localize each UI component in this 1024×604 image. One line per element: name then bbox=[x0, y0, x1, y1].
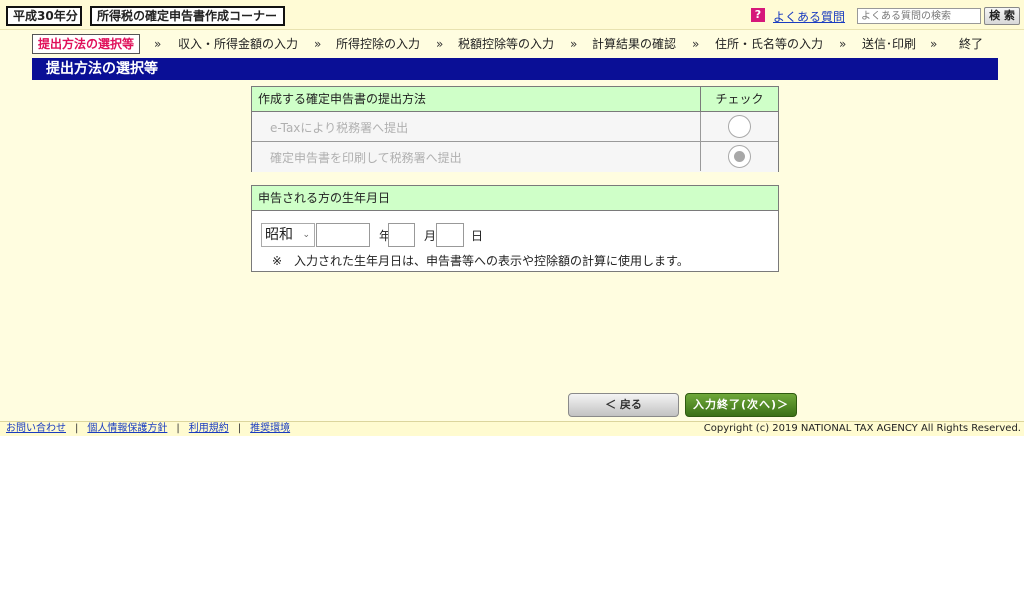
birthdate-row: 昭和 ⌄ 年 月 日 bbox=[261, 223, 771, 247]
step-separator: » bbox=[314, 37, 322, 51]
birthdate-header: 申告される方の生年月日 bbox=[252, 186, 778, 211]
step-tax-credits: 税額控除等の入力 bbox=[458, 37, 555, 51]
option-row-print: 確定申告書を印刷して税務署へ提出 bbox=[252, 142, 778, 172]
option-row-etax: e-Taxにより税務署へ提出 bbox=[252, 112, 778, 142]
step-separator: » bbox=[692, 37, 700, 51]
app-window: 平成30年分 所得税の確定申告書作成コーナー ? よくある質問 検 索 提出方法… bbox=[0, 0, 1024, 436]
footer-separator: | bbox=[75, 423, 79, 434]
radio-etax[interactable] bbox=[728, 115, 751, 138]
birthdate-note: ※ 入力された生年月日は、申告書等への表示や控除額の計算に使用します。 bbox=[272, 254, 689, 268]
step-deductions: 所得控除の入力 bbox=[336, 37, 421, 51]
day-input[interactable] bbox=[436, 223, 464, 247]
footer-bar: お問い合わせ | 個人情報保護方針 | 利用規約 | 推奨環境 Copyright (c) … bbox=[0, 421, 1024, 436]
step-separator: » bbox=[154, 37, 162, 51]
footer-link-environment[interactable]: 推奨環境 bbox=[250, 423, 290, 434]
step-income: 収入・所得金額の入力 bbox=[178, 37, 299, 51]
step-current: 提出方法の選択等 bbox=[32, 34, 141, 54]
submission-method-title: 作成する確定申告書の提出方法 bbox=[258, 92, 427, 106]
footer-separator: | bbox=[237, 423, 242, 434]
submission-method-header: 作成する確定申告書の提出方法 チェック bbox=[252, 87, 778, 112]
search-button[interactable]: 検 索 bbox=[984, 7, 1020, 25]
option-label-etax: e-Taxにより税務署へ提出 bbox=[270, 121, 409, 135]
next-button[interactable]: 入力終了(次へ)＞ bbox=[685, 393, 797, 417]
faq-search-input[interactable] bbox=[857, 8, 981, 24]
step-separator: » bbox=[570, 37, 578, 51]
footer-link-contact[interactable]: お問い合わせ bbox=[6, 423, 66, 434]
birthdate-table: 申告される方の生年月日 昭和 ⌄ 年 月 日 ※ 入力された生年月日は、申告書等… bbox=[251, 185, 779, 272]
option-cell bbox=[700, 112, 778, 141]
step-separator: » bbox=[839, 37, 847, 51]
header-bar: 平成30年分 所得税の確定申告書作成コーナー ? よくある質問 検 索 bbox=[0, 0, 1024, 30]
check-column-header: チェック bbox=[700, 87, 778, 111]
step-separator: » bbox=[436, 37, 444, 51]
radio-print[interactable] bbox=[728, 145, 751, 168]
footer-link-privacy[interactable]: 個人情報保護方針 bbox=[87, 423, 167, 434]
question-mark-icon[interactable]: ? bbox=[751, 8, 765, 22]
progress-steps: 提出方法の選択等 » 収入・所得金額の入力 » 所得控除の入力 » 税額控除等の… bbox=[32, 34, 998, 54]
footer-separator: | bbox=[176, 423, 180, 434]
step-results: 計算結果の確認 bbox=[592, 37, 677, 51]
step-address: 住所・氏名等の入力 bbox=[715, 37, 824, 51]
step-separator: » bbox=[930, 37, 938, 51]
era-select[interactable]: 昭和 ⌄ bbox=[261, 223, 315, 247]
footer-link-terms[interactable]: 利用規約 bbox=[189, 423, 229, 434]
submission-method-table: 作成する確定申告書の提出方法 チェック e-Taxにより税務署へ提出 確定申告書… bbox=[251, 86, 779, 172]
chevron-down-icon: ⌄ bbox=[302, 230, 310, 240]
back-button[interactable]: ＜ 戻る bbox=[568, 393, 679, 417]
tax-year-badge: 平成30年分 bbox=[6, 6, 82, 26]
day-unit: 日 bbox=[471, 229, 484, 243]
option-cell bbox=[700, 142, 778, 171]
corner-title: 所得税の確定申告書作成コーナー bbox=[90, 6, 285, 26]
step-send-print: 送信･印刷 bbox=[862, 37, 917, 51]
era-value: 昭和 bbox=[265, 227, 293, 243]
section-title: 提出方法の選択等 bbox=[32, 58, 998, 80]
footer-links: お問い合わせ | 個人情報保護方針 | 利用規約 | 推奨環境 bbox=[6, 422, 290, 436]
faq-link[interactable]: よくある質問 bbox=[773, 8, 845, 25]
copyright-text: Copyright (c) 2019 NATIONAL TAX AGENCY A… bbox=[703, 423, 1021, 434]
year-input[interactable] bbox=[316, 223, 370, 247]
option-label-print: 確定申告書を印刷して税務署へ提出 bbox=[270, 151, 462, 165]
step-finish: 終了 bbox=[959, 37, 984, 51]
month-input[interactable] bbox=[388, 223, 415, 247]
month-unit: 月 bbox=[424, 229, 437, 243]
